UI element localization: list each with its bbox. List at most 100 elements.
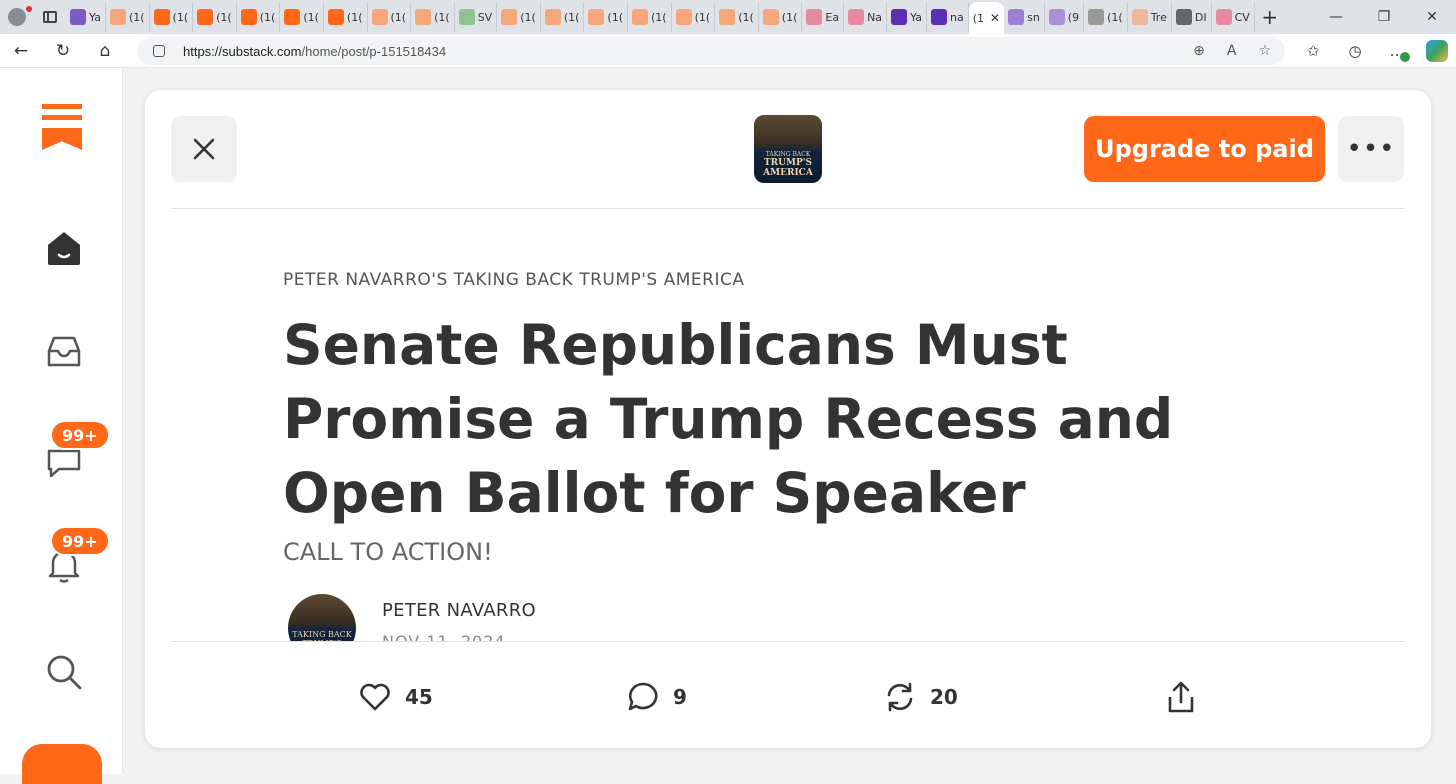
substack-icon [632,9,648,25]
like-count: 45 [405,685,433,709]
browser-tab-label: (9 [1067,10,1080,24]
reload-button[interactable]: ↻ [42,34,84,68]
publication-logo-line1: TAKING BACK [765,151,811,158]
browser-tab[interactable]: DI [1172,2,1212,32]
favorite-star-icon[interactable]: ☆ [1258,43,1271,59]
tab-list: Ya (1((1((1((1((1((1((1((1(SV (1((1((1((1(… [66,0,1255,34]
notifications-badge: 99+ [50,526,110,556]
tab-actions-icon[interactable] [34,0,66,34]
close-button[interactable] [171,116,237,182]
browser-tab[interactable]: (1( [1084,2,1128,32]
browser-tab[interactable]: Ea [802,2,845,32]
browser-tab-label: (1( [128,10,145,24]
browser-tab[interactable]: (1( [193,2,237,32]
restack-button[interactable]: 20 [884,675,958,719]
browser-tab[interactable]: (1( [237,2,281,32]
favorites-icon[interactable]: ✩ [1292,34,1334,68]
browser-tab[interactable]: (1( [106,2,150,32]
home-button[interactable]: ⌂ [84,34,126,68]
browser-tab-label: (1( [303,10,319,24]
browser-tab-label: SV [477,10,493,24]
play-icon [458,9,475,25]
more-tools-icon[interactable]: … [1376,34,1418,68]
back-button[interactable]: ← [0,34,42,68]
browser-tab-label: (1( [434,10,450,24]
browser-tab[interactable]: (1( [759,2,803,32]
browser-tab[interactable]: Ya [66,2,106,32]
browser-tab-label: (1( [520,10,536,24]
author-name[interactable]: PETER NAVARRO [382,600,536,621]
mail-icon [1048,9,1065,25]
more-options-button[interactable]: ••• [1338,116,1404,182]
post-title: Senate Republicans Must Promise a Trump … [283,313,1174,525]
browser-tab[interactable]: (1( [411,2,455,32]
like-button[interactable]: 45 [359,675,433,719]
browser-tab[interactable]: sn [1004,2,1045,32]
copilot-icon[interactable] [1426,40,1448,62]
youtube-icon [848,9,865,25]
browser-tab[interactable]: (1( [368,2,412,32]
substack-icon [415,9,432,25]
browser-tab-label: Ya [89,10,101,24]
post-card: TAKING BACK TRUMP'S AMERICA Upgrade to p… [145,90,1431,748]
lock-icon[interactable] [153,45,165,57]
dr-icon [1175,9,1192,25]
browser-tab[interactable]: Na [844,2,888,32]
comment-count: 9 [673,685,687,709]
publication-logo[interactable]: TAKING BACK TRUMP'S AMERICA [754,115,822,183]
new-tab-button[interactable]: + [1255,0,1285,34]
substack-icon [371,9,388,25]
read-aloud-icon[interactable]: A [1227,43,1237,59]
substack-icon [762,9,779,25]
browser-tab-label: sn [1027,10,1040,24]
home-icon[interactable] [44,228,84,268]
browser-tab[interactable]: (1( [280,2,324,32]
browser-tab[interactable]: (1( [324,2,368,32]
browser-tab-label: na [950,10,964,24]
browser-tab[interactable]: na [927,2,969,32]
browser-tab-label: DI [1194,10,1207,24]
close-window-button[interactable]: ✕ [1408,0,1456,34]
browser-tab[interactable]: SV [455,2,498,32]
maximize-button[interactable]: ❐ [1360,0,1408,34]
browser-tab-label: (1( [390,10,407,24]
share-button[interactable] [1166,675,1196,719]
browser-tab[interactable]: (1( [628,2,672,32]
comment-icon [628,682,658,711]
publication-name[interactable]: PETER NAVARRO'S TAKING BACK TRUMP'S AMER… [283,270,745,290]
substack-icon [588,9,605,25]
browser-tab[interactable]: CV [1212,2,1255,32]
zoom-icon[interactable]: ⊕ [1193,43,1205,59]
substack-icon [109,9,126,25]
substack-logo-icon[interactable] [42,104,82,150]
browser-tab-label: (1( [563,10,580,24]
create-button[interactable] [22,744,102,784]
browser-tab[interactable]: (1( [584,2,628,32]
close-tab-icon[interactable]: ✕ [990,11,1000,25]
substack-icon [240,9,257,25]
close-icon [193,138,215,160]
browser-tab[interactable]: (1( [672,2,716,32]
browser-tab[interactable]: (1 ✕ [968,2,1005,34]
browser-tab[interactable]: Ya [887,2,928,32]
browser-tab[interactable]: (9 [1045,2,1085,32]
profile-icon[interactable] [0,0,34,34]
browser-tab[interactable]: (1( [150,2,194,32]
address-bar[interactable]: https://substack.com/home/post/p-1515184… [137,37,1285,65]
browser-tab[interactable]: (1( [497,2,541,32]
browser-tab[interactable]: (1( [541,2,585,32]
share-icon [1168,681,1194,713]
upgrade-button[interactable]: Upgrade to paid [1084,116,1325,182]
search-icon[interactable] [44,652,84,692]
browser-tab[interactable]: (1( [715,2,759,32]
minimize-button[interactable]: — [1312,0,1360,34]
url-text[interactable]: https://substack.com/home/post/p-1515184… [183,44,446,59]
action-bar-divider [171,641,1405,642]
history-icon[interactable]: ◷ [1334,34,1376,68]
browser-tab[interactable]: Tre [1128,2,1172,32]
comment-button[interactable]: 9 [627,675,687,719]
browser-tab-label: (1( [651,10,667,24]
browser-tab-label: (1( [216,10,232,24]
inbox-icon[interactable] [44,332,84,372]
window-controls: — ❐ ✕ [1312,0,1456,34]
